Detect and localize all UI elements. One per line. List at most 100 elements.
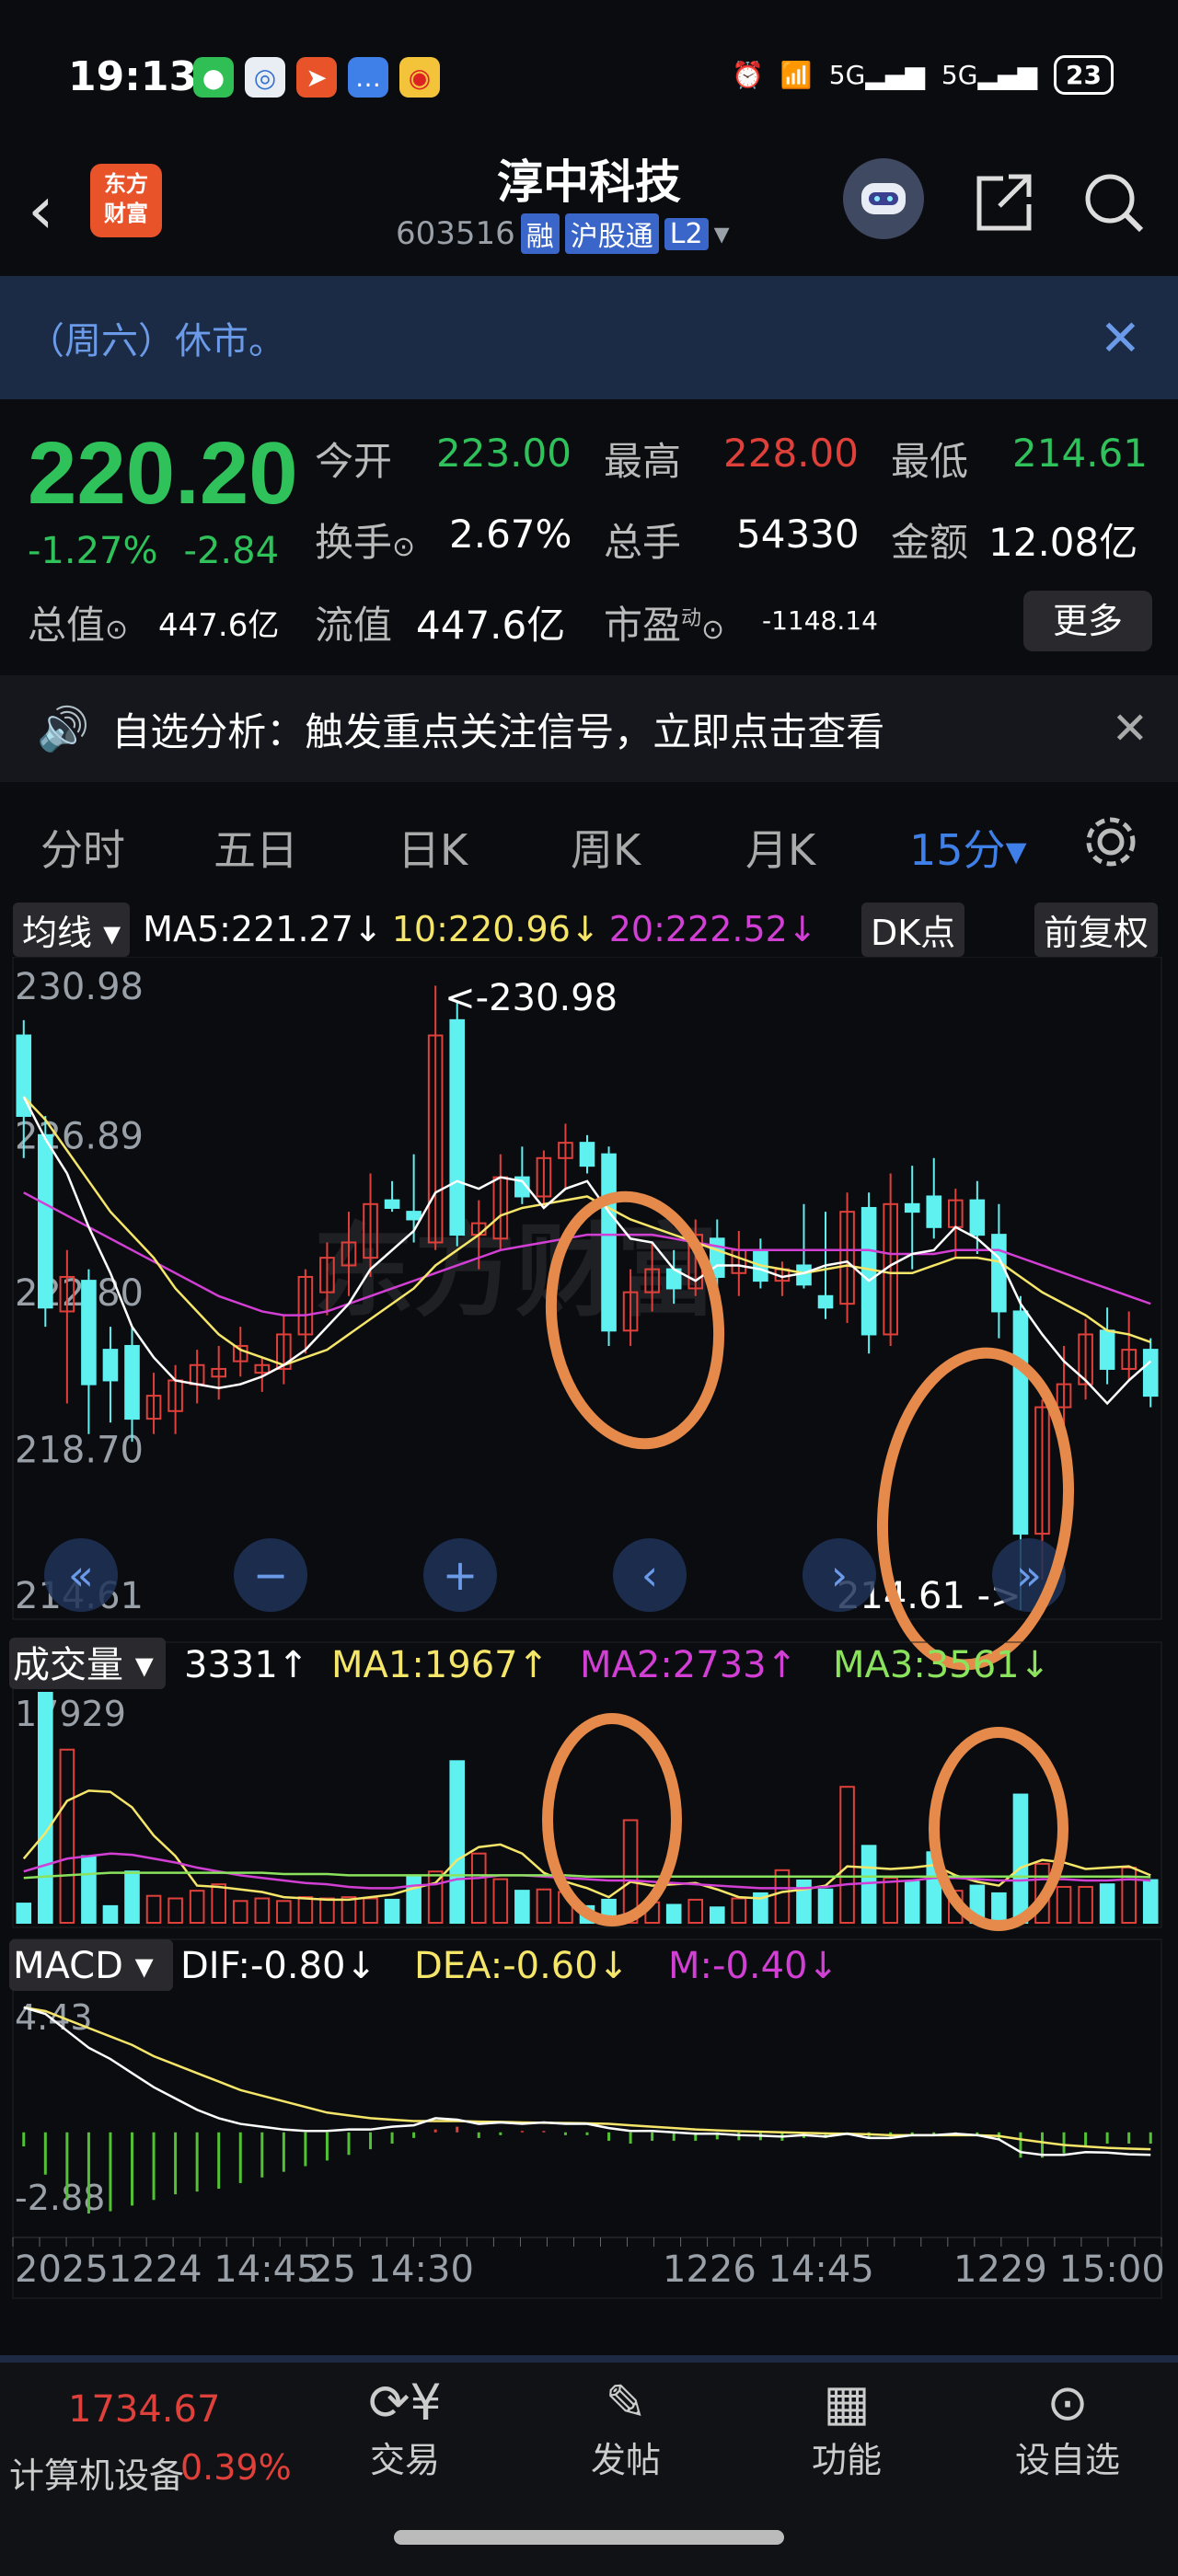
macd-frame — [12, 1938, 1162, 2299]
notice-text: （周六）休市。 — [28, 320, 285, 362]
candle-body — [81, 1280, 97, 1386]
candle-body — [926, 1195, 942, 1228]
nav-trade[interactable]: ⟳¥ 交易 — [331, 2374, 479, 2482]
nav-add-watchlist[interactable]: ⊙ 设自选 — [994, 2374, 1141, 2482]
paper-plane-icon: ➤ — [296, 57, 337, 98]
gear-icon[interactable] — [1080, 811, 1141, 872]
candle-body — [969, 1199, 986, 1236]
volume-bar — [1056, 1885, 1072, 1924]
volume-selector: 成交量 ▾ — [13, 1644, 154, 1686]
volume-bar — [1142, 1879, 1159, 1925]
tab-5day[interactable]: 五日 — [214, 817, 298, 878]
volume-bar — [232, 1900, 248, 1925]
scroll-right-fast-button-glyph: » — [1016, 1550, 1042, 1600]
robot-assistant-icon[interactable] — [843, 158, 924, 239]
chevron-down-icon: ▾ — [713, 215, 730, 252]
tab-daily[interactable]: 日K — [398, 817, 468, 878]
turnover-value: 2.67% — [449, 512, 572, 557]
price-tick-label: 226.89 — [15, 1116, 144, 1158]
tab-intraday[interactable]: 分时 — [40, 817, 125, 878]
nav-divider — [0, 2355, 1178, 2363]
volume-bar — [38, 1692, 53, 1924]
dea-line — [23, 2006, 1151, 2151]
vol-ma1-line — [22, 1789, 1151, 1902]
volume-bar — [406, 1875, 422, 1925]
tab-monthly[interactable]: 月K — [745, 817, 815, 878]
index-pct[interactable]: 0.39% — [180, 2447, 292, 2488]
volume-bar — [709, 1906, 725, 1925]
notification-icons: ● ◎ ➤ … ◉ — [193, 57, 440, 98]
yen-icon: ⟳¥ — [368, 2374, 442, 2432]
alarm-icon: ⏰ — [732, 60, 764, 90]
volume-bar — [102, 1904, 119, 1924]
volume-bar — [622, 1819, 639, 1924]
highlight-circle — [876, 1347, 1075, 1671]
turnover-label[interactable]: 换手⊙ — [315, 512, 415, 568]
ma-legend: 均线 ▾ MA5:221.27↓ 10:220.96↓ 20:222.52↓ D… — [0, 902, 1178, 957]
candle-body — [601, 1153, 617, 1332]
volume-bar — [665, 1903, 682, 1924]
mktcap-label[interactable]: 总值⊙ — [28, 594, 128, 650]
analysis-text: 自选分析：触发重点关注信号，立即点击查看 — [111, 708, 885, 754]
share-icon[interactable] — [966, 166, 1040, 239]
volume-bar — [883, 1877, 898, 1925]
search-icon[interactable] — [1077, 166, 1150, 239]
volume-bar — [341, 1896, 357, 1925]
nav-function[interactable]: ▦ 功能 — [773, 2374, 920, 2482]
restore-rights-button[interactable]: 前复权 — [1034, 902, 1159, 957]
edit-icon: ✎ — [605, 2374, 647, 2432]
volume-bar — [384, 1898, 400, 1925]
m-value: M:-0.40↓ — [668, 1945, 838, 1987]
stock-code-row[interactable]: 603516 融 沪股通 L2 ▾ — [396, 213, 730, 254]
scroll-left-fast-button-glyph: « — [68, 1550, 94, 1600]
volume-bar — [167, 1897, 183, 1924]
candle-body — [1099, 1329, 1115, 1370]
nav-post[interactable]: ✎ 发帖 — [552, 2374, 699, 2482]
volume-bar — [536, 1888, 552, 1925]
volume-bar — [904, 1880, 920, 1925]
volume-bar — [731, 1897, 747, 1924]
status-bar: 19:13 ● ◎ ➤ … ◉ ⏰ 📶 5G▂▄▆ 5G▂▄▆ 23 — [0, 0, 1178, 156]
mktcap-value: 447.6亿 — [158, 607, 280, 644]
x-axis-label: 25 14:30 — [309, 2248, 474, 2291]
vol-ma1-value: MA1:1967↑ — [331, 1644, 549, 1686]
vol-ma3-line — [23, 1871, 1151, 1880]
home-indicator[interactable] — [394, 2530, 784, 2545]
volume-bar — [363, 1897, 378, 1924]
index-value[interactable]: 1734.67 — [68, 2388, 220, 2431]
ma5-value: MA5:221.27↓ — [143, 909, 383, 949]
candle-body — [124, 1344, 140, 1420]
volume-bar — [124, 1870, 140, 1924]
close-icon[interactable]: ✕ — [1112, 703, 1149, 754]
amount-value: 12.08亿 — [988, 520, 1138, 565]
volume-bar — [59, 1748, 75, 1925]
tab-15min[interactable]: 15分▾ — [909, 817, 1027, 878]
volume-label: 总手 — [604, 520, 682, 565]
quote-panel: 220.20 -1.27% -2.84 今开 223.00 最高 228.00 … — [0, 401, 1178, 673]
period-tabs: 分时 五日 日K 周K 月K 15分▾ — [0, 791, 1178, 892]
candle-body — [904, 1202, 920, 1213]
candle-body — [384, 1199, 400, 1209]
analysis-banner[interactable]: 🔊 自选分析：触发重点关注信号，立即点击查看 ✕ — [0, 675, 1178, 782]
candle-body — [1012, 1310, 1029, 1535]
pe-label[interactable]: 市盈动⊙ — [604, 594, 724, 650]
index-name[interactable]: 计算机设备 — [9, 2447, 184, 2498]
margin-tag: 融 — [520, 213, 560, 254]
l2-tag: L2 — [664, 217, 709, 250]
close-icon[interactable]: ✕ — [1100, 309, 1141, 367]
wifi-icon: 📶 — [780, 60, 813, 90]
vol-ma2-value: MA2:2733↑ — [580, 1644, 797, 1686]
battery-indicator: 23 — [1054, 55, 1114, 95]
open-label: 今开 — [315, 439, 393, 484]
stock-chart[interactable]: 东方财富230.98226.89222.80218.70214.61<-230.… — [0, 957, 1178, 2318]
app-icon: ◎ — [245, 57, 285, 98]
tab-weekly[interactable]: 周K — [571, 817, 641, 878]
stock-code: 603516 — [396, 215, 515, 252]
volume-bar — [470, 1852, 487, 1925]
grid-icon: ▦ — [823, 2374, 871, 2432]
volume-bar — [319, 1897, 335, 1924]
dk-point-button[interactable]: DK点 — [861, 902, 965, 957]
wechat-icon: ● — [193, 57, 234, 98]
ma-selector[interactable]: 均线 ▾ — [13, 902, 131, 957]
more-button[interactable]: 更多 — [1023, 591, 1152, 651]
